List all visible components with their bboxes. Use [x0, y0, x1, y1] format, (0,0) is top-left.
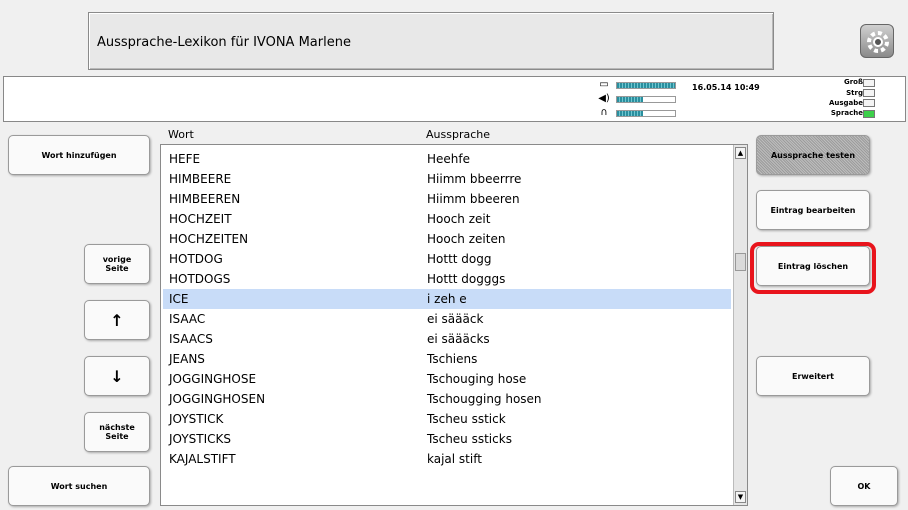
- list-item[interactable]: ISAACS ei säääcks: [163, 329, 731, 349]
- list-item[interactable]: JOGGINGHOSE Tschouging hose: [163, 369, 731, 389]
- pronunciation-cell: Hiimm bbeerrre: [427, 172, 522, 186]
- word-cell: HOTDOGS: [169, 272, 231, 286]
- pronunciation-cell: Tschiens: [427, 352, 478, 366]
- scroll-thumb[interactable]: [735, 253, 746, 271]
- word-cell: HIMBEERE: [169, 172, 232, 186]
- list-item[interactable]: HOTDOG Hottt dogg: [163, 249, 731, 269]
- up-button[interactable]: ↑: [84, 300, 150, 340]
- arrow-down-icon: ↓: [110, 366, 124, 386]
- word-cell: HOCHZEIT: [169, 212, 232, 226]
- speaker-meter: [616, 96, 676, 103]
- list-item[interactable]: ICE i zeh e: [163, 289, 731, 309]
- advanced-button[interactable]: Erweitert: [756, 356, 870, 396]
- flag-label-ausgabe: Ausgabe: [828, 99, 863, 107]
- delete-highlight: [750, 242, 876, 294]
- edit-entry-button[interactable]: Eintrag bearbeiten: [756, 190, 870, 230]
- list-item[interactable]: JOYSTICK Tscheu sstick: [163, 409, 731, 429]
- list-item[interactable]: JEANS Tschiens: [163, 349, 731, 369]
- pronunciation-cell: ei säääck: [427, 312, 484, 326]
- list-item[interactable]: KAJALSTIFT kajal stift: [163, 449, 731, 469]
- word-cell: HOTDOG: [169, 252, 223, 266]
- prev-page-label: vorige Seite: [102, 255, 132, 273]
- pronunciation-cell: Hiimm bbeeren: [427, 192, 520, 206]
- list-item[interactable]: ISAAC ei säääck: [163, 309, 731, 329]
- flag-indicator-strg: [863, 89, 875, 97]
- pronunciation-cell: Hottt dogggs: [427, 272, 506, 286]
- word-cell: JOGGINGHOSE: [169, 372, 257, 386]
- word-cell: HIMBEEREN: [169, 192, 241, 206]
- flag-indicator-sprache: [863, 110, 875, 118]
- status-bar: ▭ ◀) ∩ 16.05.14 10:49 Groß Strg Ausgabe …: [3, 76, 906, 122]
- speaker-icon: ◀): [598, 93, 610, 104]
- scroll-down-icon[interactable]: ▼: [735, 491, 746, 503]
- app-title: Aussprache-Lexikon für IVONA Marlene: [97, 35, 351, 50]
- headphones-meter: [616, 110, 676, 117]
- word-cell: JOYSTICKS: [169, 432, 232, 446]
- word-cell: JOGGINGHOSEN: [169, 392, 266, 406]
- word-cell: HOCHZEITEN: [169, 232, 249, 246]
- pronunciation-cell: Tschouging hose: [427, 372, 527, 386]
- next-page-label: nächste Seite: [99, 423, 135, 441]
- search-word-button[interactable]: Wort suchen: [8, 466, 150, 506]
- pronunciation-cell: Heehfe: [427, 152, 471, 166]
- arrow-up-icon: ↑: [110, 310, 124, 330]
- word-cell: ISAACS: [169, 332, 213, 346]
- list-item[interactable]: HOTDOGS Hottt dogggs: [163, 269, 731, 289]
- word-cell: HEFE: [169, 152, 201, 166]
- add-word-button[interactable]: Wort hinzufügen: [8, 135, 150, 175]
- pronunciation-cell: Tscheu ssticks: [427, 432, 512, 446]
- battery-icon: ▭: [599, 79, 609, 90]
- lexicon-list[interactable]: HEFE Heehfe HIMBEERE Hiimm bbeerrre HIMBEERE…: [160, 144, 748, 506]
- title-panel: Aussprache-Lexikon für IVONA Marlene: [88, 12, 774, 70]
- prev-page-button[interactable]: vorige Seite: [84, 244, 150, 284]
- word-cell: JEANS: [169, 352, 205, 366]
- list-item[interactable]: HIMBEERE Hiimm bbeerrre: [163, 169, 731, 189]
- gear-icon: [867, 31, 889, 53]
- column-header-pronunciation: Aussprache: [426, 128, 490, 141]
- word-cell: KAJALSTIFT: [169, 452, 236, 466]
- pronunciation-cell: Hooch zeit: [427, 212, 491, 226]
- list-item[interactable]: JOGGINGHOSEN Tschougging hosen: [163, 389, 731, 409]
- word-cell: ICE: [169, 292, 189, 306]
- scroll-up-icon[interactable]: ▲: [735, 147, 746, 159]
- ok-button[interactable]: OK: [830, 466, 898, 506]
- test-pronunciation-button[interactable]: Aussprache testen: [756, 135, 870, 175]
- list-scrollbar[interactable]: ▲ ▼: [733, 145, 747, 505]
- list-item[interactable]: HOCHZEITEN Hooch zeiten: [163, 229, 731, 249]
- flag-indicator-ausgabe: [863, 99, 875, 107]
- next-page-button[interactable]: nächste Seite: [84, 412, 150, 452]
- pronunciation-cell: ei säääcks: [427, 332, 490, 346]
- flag-indicator-gross: [863, 79, 875, 87]
- word-cell: ISAAC: [169, 312, 206, 326]
- datetime: 16.05.14 10:49: [692, 83, 760, 92]
- down-button[interactable]: ↓: [84, 356, 150, 396]
- list-item[interactable]: HIMBEEREN Hiimm bbeeren: [163, 189, 731, 209]
- pronunciation-cell: Tschougging hosen: [427, 392, 542, 406]
- pronunciation-cell: i zeh e: [427, 292, 467, 306]
- flag-label-sprache: Sprache: [830, 109, 863, 117]
- list-item[interactable]: HEFE Heehfe: [163, 149, 731, 169]
- settings-button[interactable]: [860, 24, 894, 58]
- headphones-icon: ∩: [600, 107, 608, 118]
- battery-meter: [616, 82, 676, 89]
- list-item[interactable]: HOCHZEIT Hooch zeit: [163, 209, 731, 229]
- flag-label-gross: Groß: [843, 78, 863, 86]
- pronunciation-cell: Hottt dogg: [427, 252, 492, 266]
- pronunciation-cell: Tscheu sstick: [427, 412, 506, 426]
- pronunciation-cell: Hooch zeiten: [427, 232, 506, 246]
- flag-label-strg: Strg: [846, 89, 863, 97]
- list-item[interactable]: JOYSTICKS Tscheu ssticks: [163, 429, 731, 449]
- pronunciation-cell: kajal stift: [427, 452, 482, 466]
- word-cell: JOYSTICK: [169, 412, 224, 426]
- column-header-word: Wort: [168, 128, 194, 141]
